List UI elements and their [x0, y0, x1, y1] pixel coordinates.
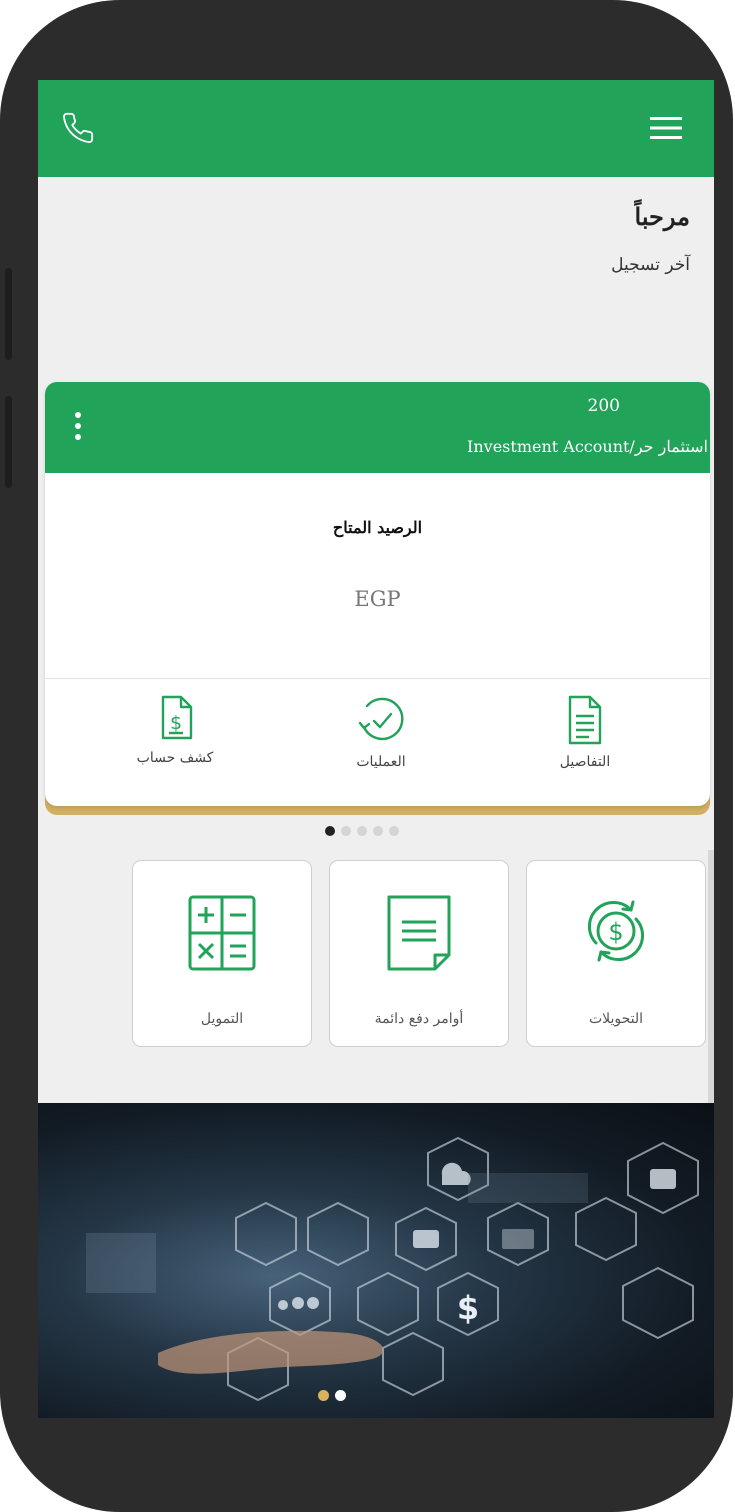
account-card[interactable]: 200 Investment Account/استثمار حر الرصيد… [45, 382, 710, 806]
statement-dollar-doc-icon: $ [161, 695, 193, 740]
account-name: Investment Account/استثمار حر [467, 437, 708, 456]
statement-action-label: كشف حساب [136, 750, 214, 766]
svg-text:$: $ [608, 918, 623, 946]
scrollbar[interactable] [708, 850, 714, 1105]
account-card-header: 200 Investment Account/استثمار حر [45, 382, 710, 473]
technology-banner-image: $ [86, 1136, 699, 1402]
financing-label: التمويل [200, 1011, 244, 1027]
welcome-title: مرحباً [634, 202, 691, 231]
top-app-bar [38, 80, 714, 177]
card-pager-dots[interactable] [325, 826, 399, 836]
standing-orders-tile[interactable]: أوامر دفع دائمة [329, 860, 509, 1047]
statement-action[interactable]: $ كشف حساب [105, 694, 245, 766]
financing-tile[interactable]: التمويل [132, 860, 312, 1047]
standing-order-document-icon [387, 895, 451, 971]
banner-dot[interactable] [318, 1390, 329, 1401]
pager-dot[interactable] [357, 826, 367, 836]
details-action[interactable]: التفاصيل [515, 694, 655, 770]
hamburger-menu-icon[interactable] [645, 108, 687, 148]
phone-volume-up-button [5, 268, 12, 360]
svg-text:$: $ [457, 1289, 479, 1327]
pager-dot[interactable] [325, 826, 335, 836]
transfers-tile[interactable]: $ التحويلات [526, 860, 706, 1047]
operations-action-label: العمليات [356, 754, 406, 770]
pager-dot[interactable] [389, 826, 399, 836]
app-screen: مرحباً آخر تسجيل 200 Investment Account/… [38, 80, 714, 1418]
operations-action[interactable]: العمليات [311, 694, 451, 770]
more-options-icon[interactable] [71, 412, 85, 446]
banner-dot[interactable] [335, 1390, 346, 1401]
calculator-icon [188, 895, 256, 971]
transfer-dollar-icon: $ [588, 900, 644, 962]
pager-dot[interactable] [373, 826, 383, 836]
currency-label: EGP [354, 587, 401, 611]
pager-dot[interactable] [341, 826, 351, 836]
standing-orders-label: أوامر دفع دائمة [374, 1011, 464, 1027]
card-divider [45, 678, 710, 679]
banner-pager-dots[interactable] [318, 1390, 346, 1401]
details-document-icon [568, 695, 602, 745]
svg-text:$: $ [170, 712, 182, 734]
promo-banner[interactable]: $ [38, 1103, 714, 1418]
available-balance-label: الرصيد المتاح [332, 518, 423, 537]
account-number: 200 [587, 396, 620, 416]
history-clock-icon [358, 697, 404, 741]
last-login-label: آخر تسجيل [611, 255, 690, 275]
transfers-label: التحويلات [588, 1011, 644, 1027]
phone-icon[interactable] [56, 106, 100, 150]
details-action-label: التفاصيل [559, 754, 611, 770]
phone-volume-down-button [5, 396, 12, 488]
